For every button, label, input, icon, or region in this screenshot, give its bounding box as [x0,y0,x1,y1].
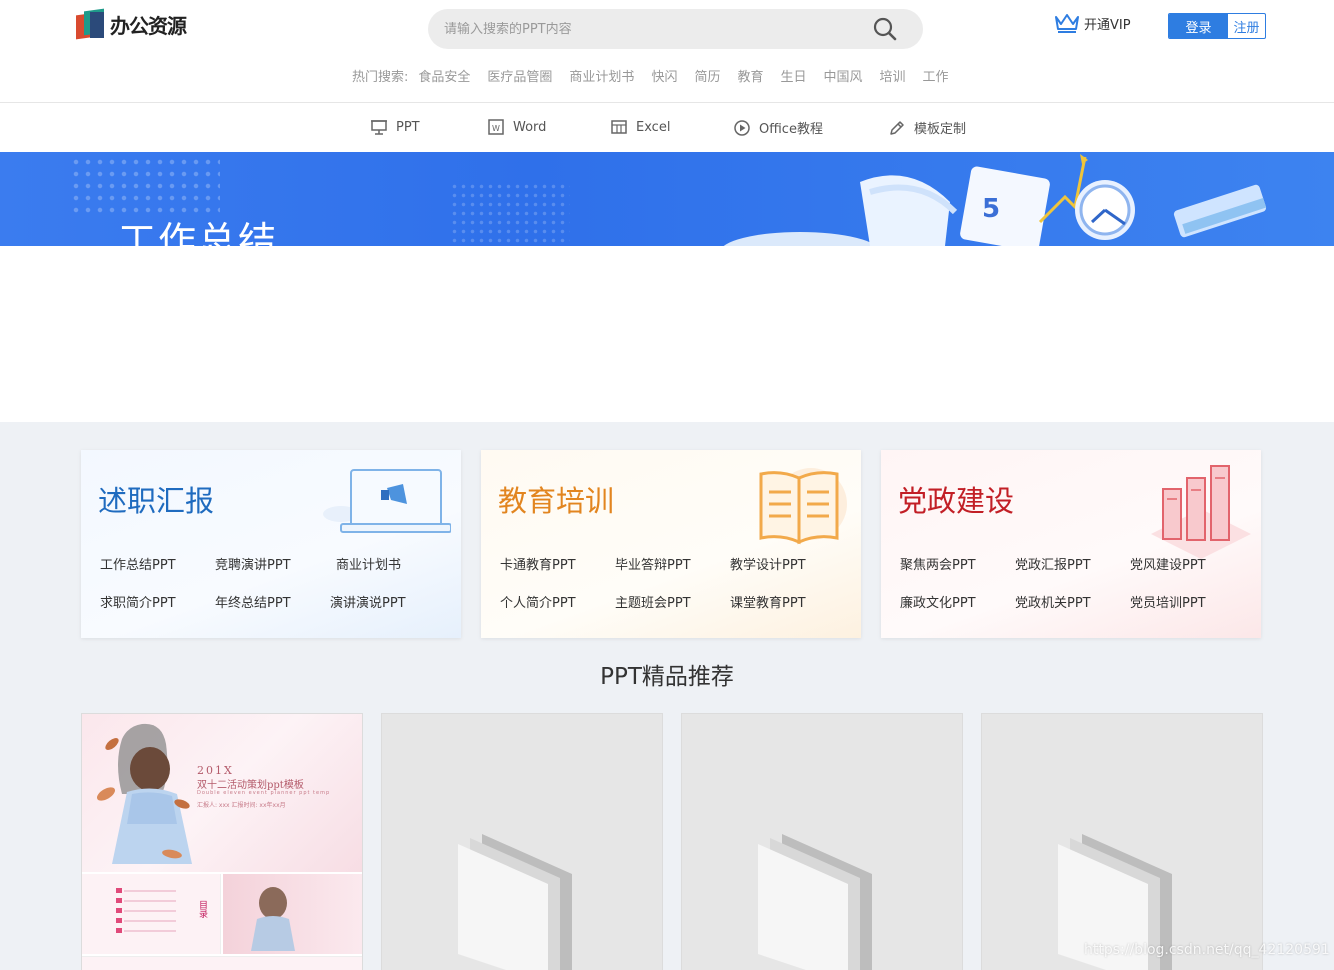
hot-search-label: 热门搜索: [352,70,409,85]
vip-label: 开通VIP [1084,17,1131,33]
template-card-placeholder[interactable] [981,713,1263,970]
template-card[interactable]: 201X 双十二活动策划ppt模板 Double eleven event pl… [81,713,363,970]
svg-text:5: 5 [982,194,1000,224]
hot-search-item[interactable]: 培训 [880,66,906,85]
recommend-section-title: PPT精品推荐 [600,664,734,690]
crown-icon [1055,14,1079,33]
banner-decoration [450,182,570,246]
category-card-party: 党政建设 聚焦两会PPT 党政汇报PPT 党风建设PPT 廉政文化PPT 党政机… [881,450,1261,638]
hot-search-item[interactable]: 食品安全 [418,66,470,85]
search-box [428,9,923,49]
category-link[interactable]: 个人简介PPT [500,592,615,611]
svg-text:W: W [492,124,500,133]
pen-icon [890,120,904,135]
nav-item-label: Word [513,119,547,135]
category-title[interactable]: 党政建设 [898,478,1014,520]
hot-search-item[interactable]: 商业计划书 [569,66,634,85]
loading-placeholder-icon [758,834,872,970]
excel-icon [611,120,627,134]
category-link[interactable]: 聚焦两会PPT [900,554,1015,573]
nav-item-office-tutorial[interactable]: Office教程 [733,118,823,137]
girl-illustration [96,723,192,864]
bar-chart-icon [1151,465,1251,559]
nav-item-custom-template[interactable]: 模板定制 [888,118,966,137]
slide-illustration [251,887,295,951]
toc-label: 目录 [197,900,207,918]
nav-item-excel[interactable]: Excel [610,118,670,136]
category-links: 聚焦两会PPT 党政汇报PPT 党风建设PPT 廉政文化PPT 党政机关PPT … [900,554,1245,611]
category-card-report: 述职汇报 工作总结PPT 竞聘演讲PPT 商业计划书 求职简介PPT 年终总结P… [81,450,461,638]
category-link[interactable]: 党政汇报PPT [1015,554,1130,573]
template-preview-cover: 201X 双十二活动策划ppt模板 Double eleven event pl… [82,714,362,872]
template-meta: 汇报人: xxx 汇报时间: xx年xx月 [197,802,286,809]
word-icon: W [488,119,504,135]
nav-item-label: 模板定制 [914,122,967,137]
nav-item-label: PPT [396,119,420,135]
category-card-education: 教育培训 卡通教育PPT 毕业答辩PPT 教学设计PPT 个人简介PPT 主题班… [481,450,861,638]
category-link[interactable]: 竞聘演讲PPT [215,554,330,573]
hot-search-item[interactable]: 生日 [780,66,806,85]
category-links: 工作总结PPT 竞聘演讲PPT 商业计划书 求职简介PPT 年终总结PPT 演讲… [100,554,445,611]
open-vip-link[interactable]: 开通VIP [1054,12,1131,34]
watermark-text: https://blog.csdn.net/qq_42120591 [1084,942,1330,958]
category-link[interactable]: 廉政文化PPT [900,592,1015,611]
template-preview-slide [223,874,362,954]
category-link[interactable]: 商业计划书 [330,554,445,573]
nav-item-label: Excel [636,119,671,135]
megaphone-laptop-icon [323,469,451,533]
category-link[interactable]: 课堂教育PPT [730,592,845,611]
category-link[interactable]: 党员培训PPT [1130,592,1245,611]
category-title[interactable]: 述职汇报 [98,478,214,520]
toc-lines [116,888,176,933]
register-button[interactable]: 注册 [1228,14,1265,38]
banner-title: 工作总结 [118,219,279,246]
open-book-icon [759,468,847,545]
hero-banner[interactable]: 工作总结 5 [0,152,1334,246]
category-link[interactable]: 党风建设PPT [1130,554,1245,573]
category-nav: PPT W Word Excel Office教程 模板定制 [0,104,1334,152]
nav-item-word[interactable]: W Word [487,118,546,136]
category-link[interactable]: 教学设计PPT [730,554,845,573]
hot-search-item[interactable]: 快闪 [651,66,677,85]
site-logo[interactable]: 办公资源 [76,6,187,42]
template-card-placeholder[interactable] [681,713,963,970]
category-link[interactable]: 毕业答辩PPT [615,554,730,573]
login-button[interactable]: 登录 [1169,14,1228,38]
category-link[interactable]: 年终总结PPT [215,592,330,611]
search-input[interactable] [444,21,864,37]
category-title[interactable]: 教育培训 [498,478,614,520]
hot-search-item[interactable]: 教育 [737,66,763,85]
logo-icon [76,8,106,40]
nav-item-label: Office教程 [759,122,823,137]
category-link[interactable]: 党政机关PPT [1015,592,1130,611]
category-link[interactable]: 工作总结PPT [100,554,215,573]
banner-illustration: 5 [723,154,1267,246]
nav-item-ppt[interactable]: PPT [370,118,420,136]
auth-buttons: 登录 注册 [1168,13,1266,39]
loading-placeholder-icon [458,834,572,970]
template-subtitle: Double eleven event planner ppt temp [197,790,331,796]
hot-search-bar: 热门搜索: 食品安全 医疗品管圈 商业计划书 快闪 简历 教育 生日 中国风 培… [352,66,966,85]
play-icon [734,119,750,136]
template-preview-footer [82,956,362,970]
search-icon[interactable] [873,17,897,41]
hot-search-item[interactable]: 工作 [923,66,949,85]
presentation-icon [371,120,387,135]
category-link[interactable]: 卡通教育PPT [500,554,615,573]
hot-search-item[interactable]: 医疗品管圈 [487,66,552,85]
category-link[interactable]: 主题班会PPT [615,592,730,611]
hot-search-item[interactable]: 简历 [694,66,720,85]
category-link[interactable]: 演讲演说PPT [330,592,445,611]
logo-text: 办公资源 [110,13,187,38]
template-title: 双十二活动策划ppt模板 [197,780,304,791]
template-preview-toc: 目录 [82,874,221,954]
site-header: 办公资源 开通VIP 登录 注册 热门搜索: 食品安全 医疗品管圈 商业计划书 … [0,0,1334,103]
banner-spacer [0,246,1334,422]
category-links: 卡通教育PPT 毕业答辩PPT 教学设计PPT 个人简介PPT 主题班会PPT … [500,554,845,611]
hot-search-item[interactable]: 中国风 [824,66,863,85]
template-card-placeholder[interactable] [381,713,663,970]
category-link[interactable]: 求职简介PPT [100,592,215,611]
banner-decoration [70,156,220,216]
